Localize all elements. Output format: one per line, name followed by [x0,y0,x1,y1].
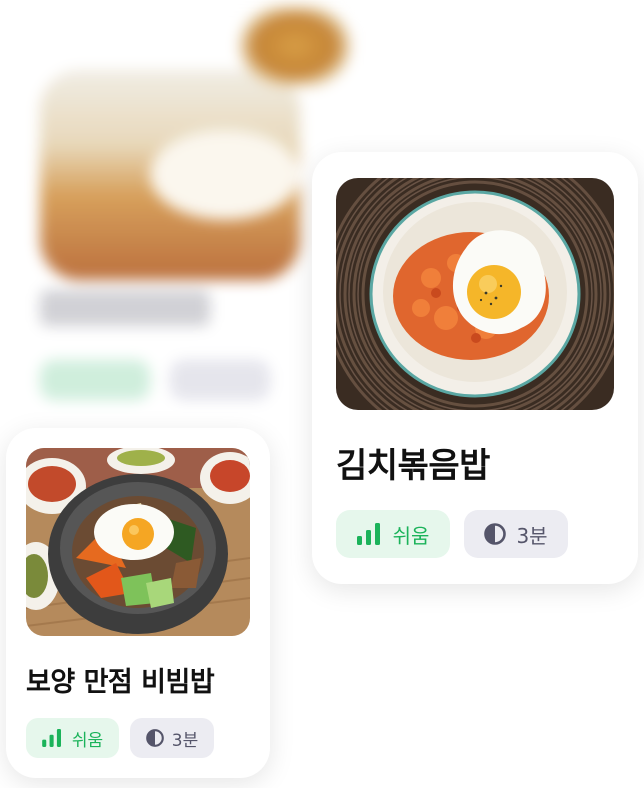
time-chip: 3분 [130,718,214,758]
blurred-difficulty-chip [40,360,150,400]
recipe-title: 보양 만점 비빔밥 [26,667,215,698]
blurred-time-chip [170,360,270,400]
clock-pie-icon [484,523,507,545]
time-label: 3분 [516,523,548,548]
recipe-photo [26,448,250,636]
time-chip: 3분 [464,510,568,558]
recipe-card-kimchi-fried-rice[interactable]: 김치볶음밥 쉬움 3분 [312,152,638,584]
time-label: 3분 [171,730,199,751]
signal-bars-icon [42,729,62,747]
clock-pie-icon [145,729,164,747]
recipe-photo [336,178,614,410]
blurred-title [40,290,210,326]
signal-bars-icon [356,523,381,545]
difficulty-label: 쉬움 [71,730,104,751]
blurred-side-bowl [240,6,350,86]
difficulty-label: 쉬움 [392,523,430,548]
difficulty-chip: 쉬움 [26,718,119,758]
recipe-title: 김치볶음밥 [336,446,490,486]
blurred-food-photo [40,70,300,280]
recipe-card-bibimbap[interactable]: 보양 만점 비빔밥 쉬움 3분 [6,428,270,778]
difficulty-chip: 쉬움 [336,510,450,558]
